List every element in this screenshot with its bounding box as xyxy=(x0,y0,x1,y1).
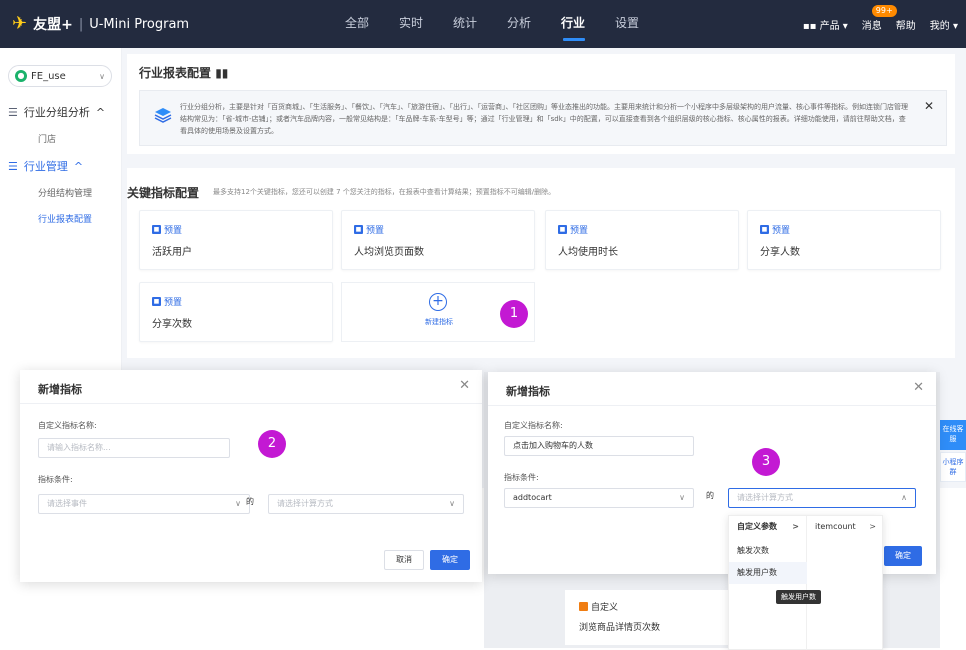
close-icon[interactable]: ✕ xyxy=(459,378,470,393)
option-trigger-count[interactable]: 触发次数 xyxy=(729,540,807,562)
cancel-button[interactable]: 取消 xyxy=(384,550,424,570)
nav-stats[interactable]: 统计 xyxy=(438,0,492,48)
option-trigger-users[interactable]: 触发用户数 xyxy=(729,562,807,584)
chevron-up-icon: ∧ xyxy=(901,493,907,502)
calc-method-select[interactable]: 请选择计算方式 ∨ xyxy=(268,494,464,514)
brand-name: 友盟+ xyxy=(33,17,73,33)
custom-icon xyxy=(579,602,588,611)
top-right-menu: ▪▪ 产品 ▾ 消息 99+ 帮助 我的 ▾ xyxy=(803,0,958,48)
step-marker: 2 xyxy=(258,430,286,458)
grid-icon: ▪▪ xyxy=(802,20,820,32)
product-name: U-Mini Program xyxy=(89,16,190,32)
preset-icon: ■ xyxy=(760,225,769,234)
condition-label: 指标条件: xyxy=(504,473,539,482)
app-icon: ● xyxy=(15,70,27,82)
sidebar-item-store[interactable]: 门店 xyxy=(38,132,56,145)
dialog-title: 新增指标 xyxy=(38,383,82,396)
chevron-right-icon: > xyxy=(792,522,799,531)
condition-label: 指标条件: xyxy=(38,475,73,484)
new-metric-dialog: 新增指标 ✕ 自定义指标名称: 请输入指标名称... 指标条件: 请选择事件 ∨ … xyxy=(20,370,482,582)
sidebar-item-group-structure[interactable]: 分组结构管理 xyxy=(38,186,92,199)
sidebar-group-industry-analysis[interactable]: ☰ 行业分组分析 ^ xyxy=(8,104,105,120)
chevron-down-icon: ∨ xyxy=(679,493,685,502)
online-support-button[interactable]: 在线客服 xyxy=(940,420,966,450)
nav-realtime[interactable]: 实时 xyxy=(384,0,438,48)
app-selector[interactable]: ● FE_use ∨ xyxy=(8,65,112,87)
preset-icon: ■ xyxy=(558,225,567,234)
step-marker: 1 xyxy=(500,300,528,328)
chevron-up-icon: ^ xyxy=(73,159,84,173)
chevron-down-icon: ∨ xyxy=(235,499,241,508)
metric-card[interactable]: ■ 预置 人均浏览页面数 xyxy=(341,210,535,270)
brand[interactable]: ✈ 友盟+ | U-Mini Program xyxy=(12,14,189,34)
metric-name-label: 自定义指标名称: xyxy=(38,421,97,430)
list-icon: ☰ xyxy=(8,159,18,173)
chevron-right-icon: > xyxy=(869,522,876,531)
close-icon[interactable]: ✕ xyxy=(924,99,934,113)
step-marker: 3 xyxy=(752,448,780,476)
custom-metric-card[interactable]: 自定义 浏览商品详情页次数 xyxy=(565,590,728,645)
products-menu[interactable]: ▪▪ 产品 ▾ xyxy=(803,17,848,32)
chevron-up-icon: ^ xyxy=(95,105,106,119)
confirm-button[interactable]: 确定 xyxy=(884,546,922,566)
chevron-down-icon: ∨ xyxy=(449,499,455,508)
metric-card[interactable]: ■ 预置 分享人数 xyxy=(747,210,941,270)
report-config-card: 行业报表配置 ▮▮ 行业分组分析，主要是针对「百货商城」、「生活服务」、「餐饮」… xyxy=(127,54,955,154)
book-icon[interactable]: ▮▮ xyxy=(215,66,228,80)
notice-text: 行业分组分析，主要是针对「百货商城」、「生活服务」、「餐饮」、「汽车」、「旅游住… xyxy=(180,103,908,135)
top-bar: ✈ 友盟+ | U-Mini Program 全部 实时 统计 分析 行业 设置… xyxy=(0,0,966,48)
event-select[interactable]: addtocart ∨ xyxy=(504,488,694,508)
metric-name-label: 自定义指标名称: xyxy=(504,421,563,430)
metric-card[interactable]: ■ 预置 活跃用户 xyxy=(139,210,333,270)
nav-all[interactable]: 全部 xyxy=(330,0,384,48)
my-account-menu[interactable]: 我的 ▾ xyxy=(930,17,958,32)
confirm-button[interactable]: 确定 xyxy=(430,550,470,570)
layers-icon xyxy=(154,108,172,123)
of-label: 的 xyxy=(706,491,714,500)
metric-card[interactable]: ■ 预置 人均使用时长 xyxy=(545,210,739,270)
top-nav: 全部 实时 统计 分析 行业 设置 xyxy=(330,0,654,48)
close-icon[interactable]: ✕ xyxy=(913,380,924,395)
messages-link[interactable]: 消息 99+ xyxy=(862,4,897,32)
metric-name: 分享次数 xyxy=(152,319,192,330)
sidebar-item-report-config[interactable]: 行业报表配置 xyxy=(38,212,92,225)
page-title: 行业报表配置 ▮▮ xyxy=(139,66,229,80)
list-icon: ☰ xyxy=(8,105,18,119)
sidebar-group-industry-management[interactable]: ☰ 行业管理 ^ xyxy=(8,158,83,174)
preset-icon: ■ xyxy=(152,297,161,306)
brand-separator: | xyxy=(78,16,84,32)
help-link[interactable]: 帮助 xyxy=(896,17,916,32)
custom-metric-name: 浏览商品详情页次数 xyxy=(579,623,661,633)
event-select[interactable]: 请选择事件 ∨ xyxy=(38,494,250,514)
dialog-title: 新增指标 xyxy=(506,385,550,398)
nav-industry[interactable]: 行业 xyxy=(546,0,600,48)
of-label: 的 xyxy=(246,497,254,506)
preset-icon: ■ xyxy=(354,225,363,234)
metric-name: 活跃用户 xyxy=(152,247,192,258)
umeng-logo-icon: ✈ xyxy=(12,13,28,34)
tooltip: 触发用户数 xyxy=(776,590,821,604)
nav-analysis[interactable]: 分析 xyxy=(492,0,546,48)
chevron-down-icon: ∨ xyxy=(99,71,105,81)
metrics-config-card: 关键指标配置 最多支持12个关键指标，您还可以创建 7 个您关注的指标，在报表中… xyxy=(127,168,955,358)
plus-icon: + xyxy=(429,293,447,311)
message-count-badge: 99+ xyxy=(871,4,897,17)
app-name: FE_use xyxy=(31,70,66,82)
metrics-title: 关键指标配置 xyxy=(127,186,200,200)
metric-card[interactable]: ■ 预置 分享次数 xyxy=(139,282,333,342)
calc-method-dropdown: 自定义参数 > 触发次数 触发用户数 itemcount > xyxy=(728,515,883,650)
preset-icon: ■ xyxy=(152,225,161,234)
metric-name: 分享人数 xyxy=(760,247,800,258)
metrics-subtitle: 最多支持12个关键指标，您还可以创建 7 个您关注的指标，在报表中查看计算结果；… xyxy=(213,188,556,196)
metric-name: 人均使用时长 xyxy=(558,247,618,258)
metric-name-input[interactable]: 点击加入购物车的人数 xyxy=(504,436,694,456)
metric-name: 人均浏览页面数 xyxy=(354,247,424,258)
option-itemcount[interactable]: itemcount > xyxy=(807,516,884,538)
option-custom-param[interactable]: 自定义参数 > xyxy=(729,516,807,538)
nav-settings[interactable]: 设置 xyxy=(600,0,654,48)
miniprogram-group-button[interactable]: 小程序群 xyxy=(940,452,966,482)
calc-method-select[interactable]: 请选择计算方式 ∧ xyxy=(728,488,916,508)
metric-name-input[interactable]: 请输入指标名称... xyxy=(38,438,230,458)
notice-box: 行业分组分析，主要是针对「百货商城」、「生活服务」、「餐饮」、「汽车」、「旅游住… xyxy=(139,90,947,146)
